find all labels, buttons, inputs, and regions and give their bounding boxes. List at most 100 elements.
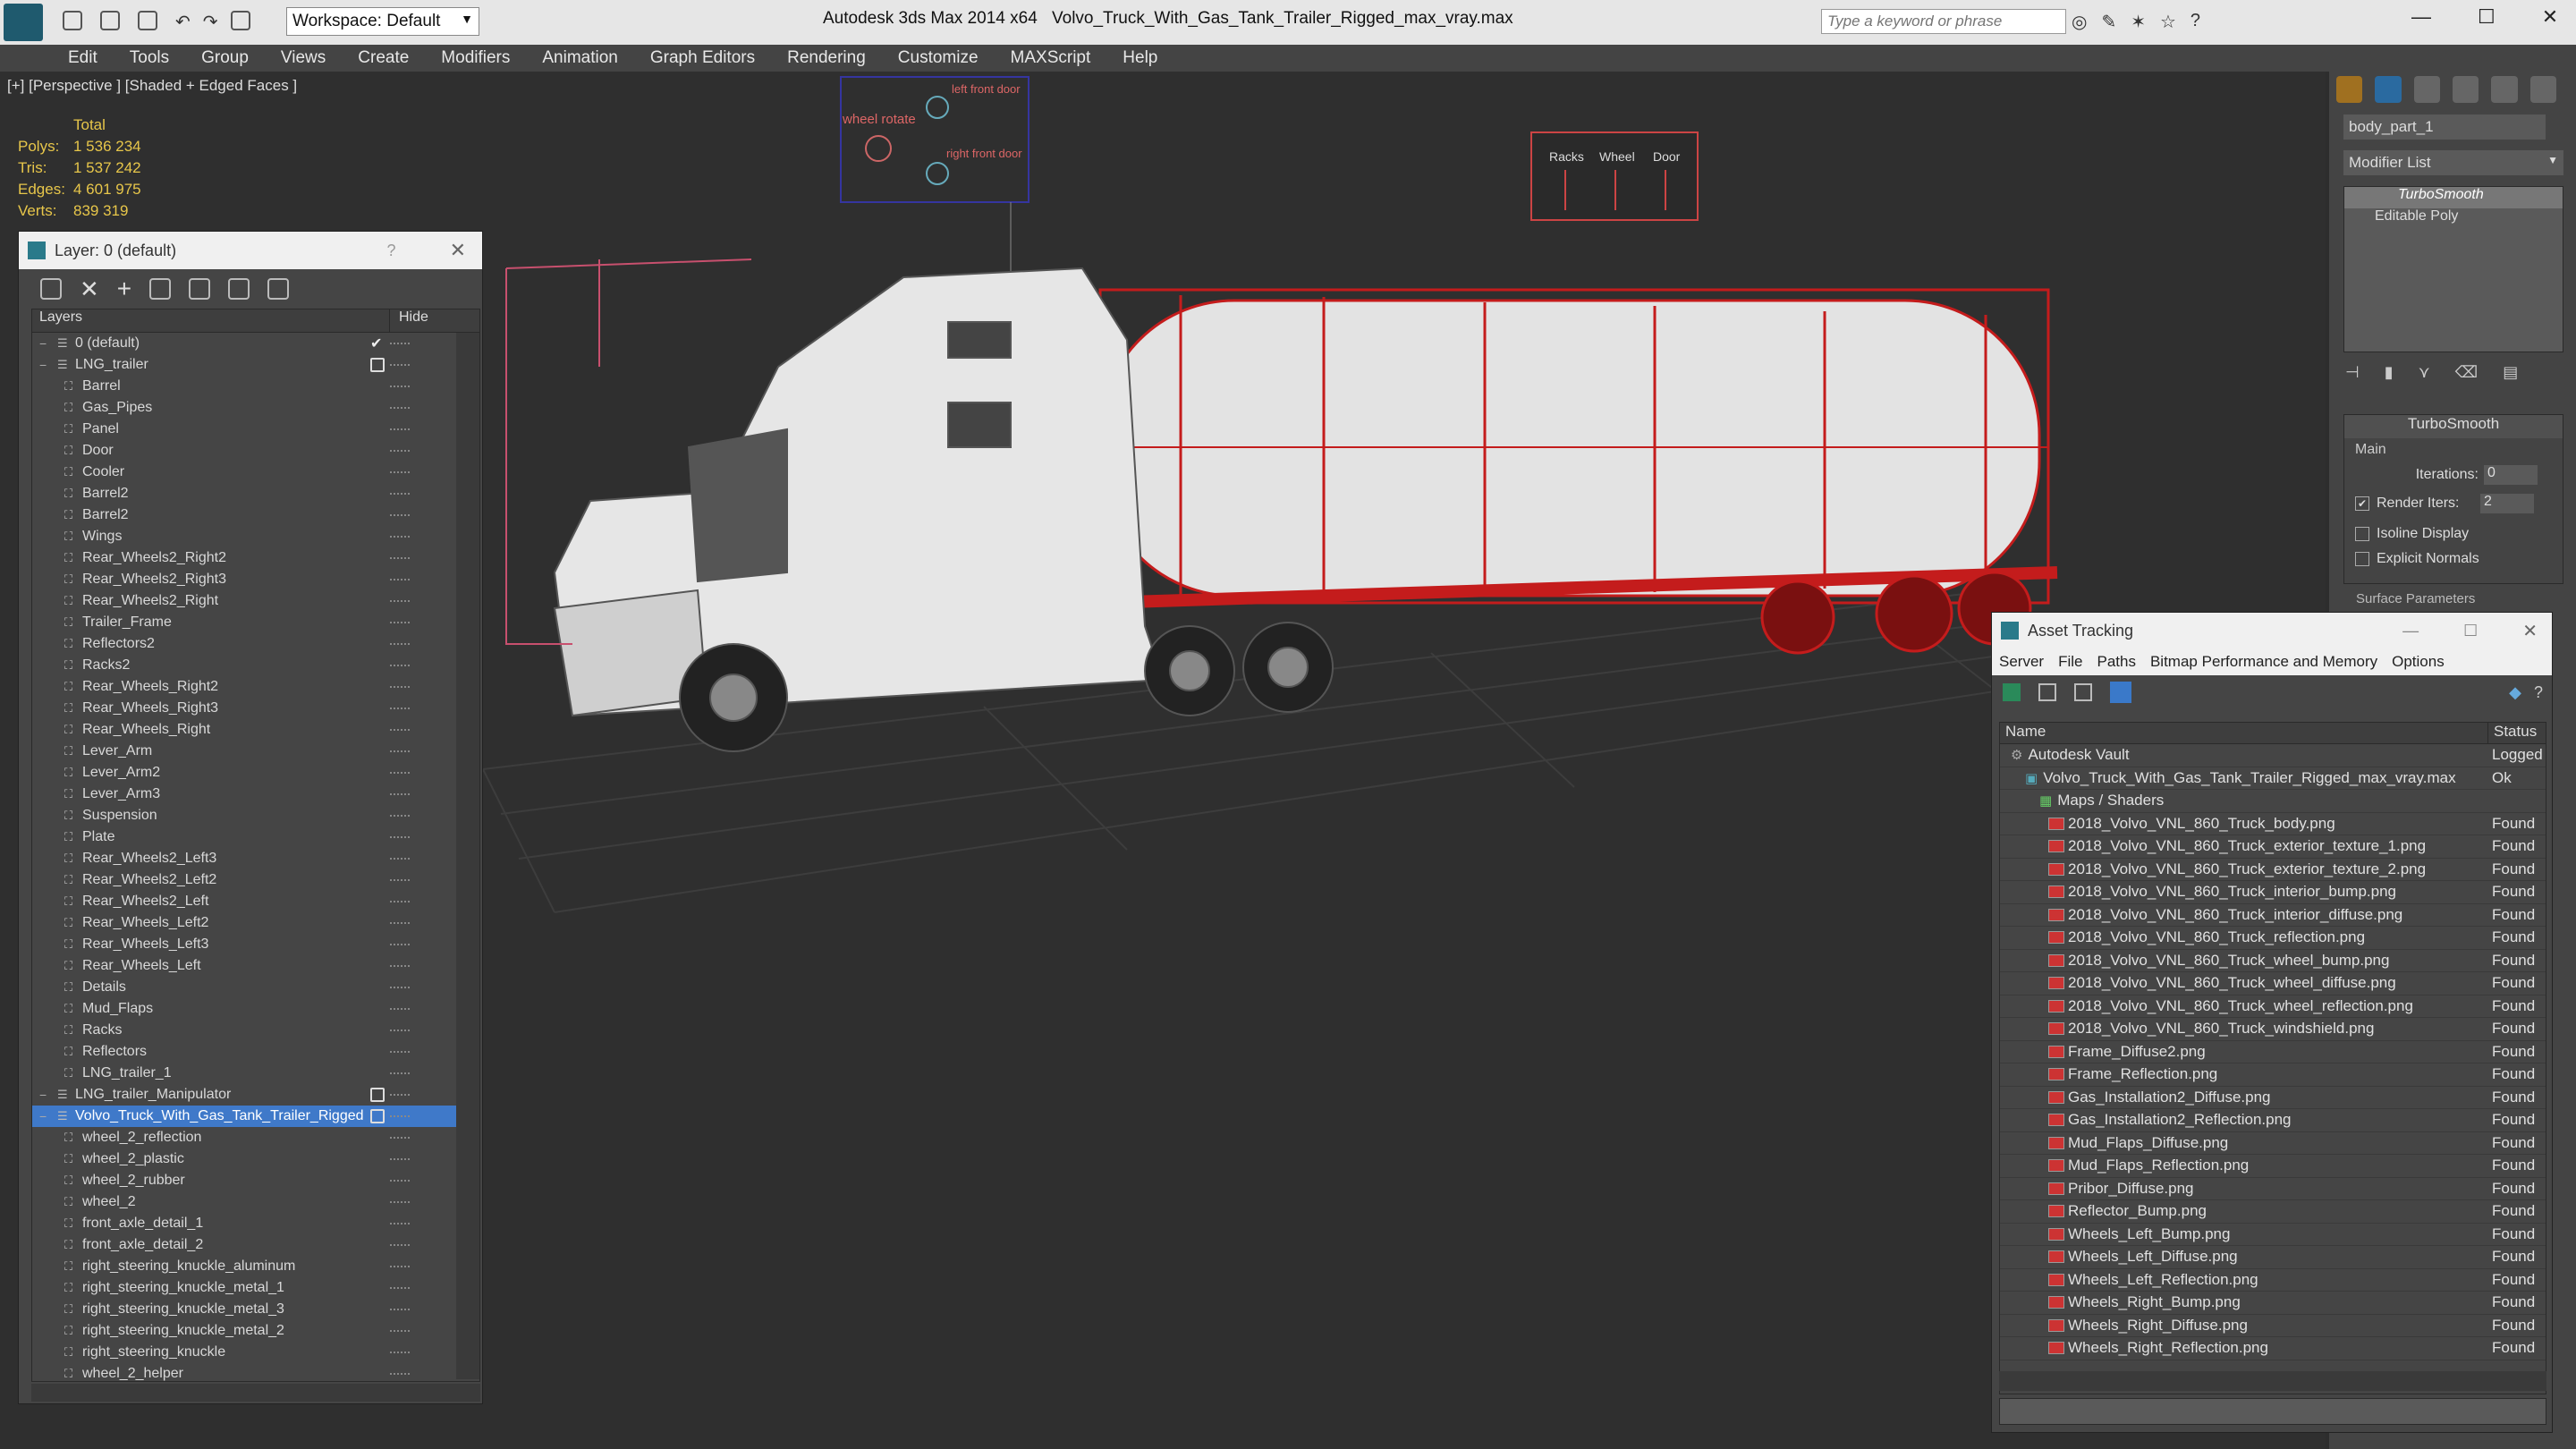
asset-horizontal-scrollbar[interactable]	[1999, 1371, 2546, 1391]
layer-object-row[interactable]: ⛶ wheel_2_helper	[32, 1363, 479, 1381]
hide-toggle[interactable]	[390, 1309, 410, 1310]
set-current-layer-box[interactable]	[370, 1109, 385, 1123]
hide-toggle[interactable]	[390, 1030, 410, 1031]
layer-object-row[interactable]: ⛶ Gas_Pipes	[32, 397, 479, 419]
layer-object-row[interactable]: ⛶ Lever_Arm	[32, 741, 479, 762]
hide-toggle[interactable]	[390, 1180, 410, 1182]
layer-object-row[interactable]: ⛶ Rear_Wheels_Right2	[32, 676, 479, 698]
col-status-header[interactable]: Status	[2488, 723, 2537, 743]
display-tab-icon[interactable]	[2491, 76, 2518, 103]
menu-edit[interactable]: Edit	[68, 48, 97, 68]
layer-row[interactable]: − ☰ 0 (default) ✔	[32, 333, 479, 354]
table-view-icon[interactable]	[2110, 682, 2131, 703]
layer-list-scrollbar[interactable]	[456, 333, 479, 1379]
asset-row[interactable]: Wheels_Left_Diffuse.png Found	[2000, 1246, 2546, 1269]
hide-toggle[interactable]	[390, 579, 410, 580]
asset-row[interactable]: Frame_Diffuse2.png Found	[2000, 1041, 2546, 1063]
hide-toggle[interactable]	[390, 536, 410, 538]
minimize-icon[interactable]: —	[2411, 5, 2431, 29]
layer-object-row[interactable]: ⛶ front_axle_detail_1	[32, 1213, 479, 1234]
hide-toggle[interactable]	[390, 1051, 410, 1053]
rig-left-front-door-label[interactable]: left front door	[952, 82, 1021, 96]
hide-toggle[interactable]	[390, 729, 410, 731]
layer-object-row[interactable]: ⛶ Rear_Wheels2_Left2	[32, 869, 479, 891]
layer-object-row[interactable]: ⛶ wheel_2	[32, 1191, 479, 1213]
hide-toggle[interactable]	[390, 1115, 410, 1117]
select-objects-icon[interactable]	[149, 278, 172, 300]
layer-object-row[interactable]: ⛶ Rear_Wheels2_Left3	[32, 848, 479, 869]
highlight-icon[interactable]: ◆	[2509, 683, 2521, 702]
layer-object-row[interactable]: ⛶ right_steering_knuckle_metal_1	[32, 1277, 479, 1299]
asset-row[interactable]: Wheels_Right_Bump.png Found	[2000, 1292, 2546, 1315]
modify-tab-icon[interactable]	[2375, 76, 2402, 103]
layer-object-row[interactable]: ⛶ Rear_Wheels2_Left	[32, 891, 479, 912]
modifier-list-dropdown[interactable]: Modifier List ▼	[2343, 150, 2563, 175]
asset-row[interactable]: 2018_Volvo_VNL_860_Truck_wheel_bump.png F…	[2000, 950, 2546, 972]
layer-object-row[interactable]: ⛶ Rear_Wheels2_Right	[32, 590, 479, 612]
asset-row[interactable]: Frame_Reflection.png Found	[2000, 1063, 2546, 1087]
menu-maxscript[interactable]: MAXScript	[1011, 48, 1091, 68]
list-view-icon[interactable]	[2038, 683, 2056, 701]
hide-toggle[interactable]	[390, 1330, 410, 1332]
col-hide-header[interactable]: Hide	[390, 309, 428, 332]
layer-object-row[interactable]: ⛶ Barrel2	[32, 483, 479, 504]
layer-object-row[interactable]: ⛶ right_steering_knuckle_metal_3	[32, 1299, 479, 1320]
hide-toggle[interactable]	[390, 858, 410, 860]
redo-icon[interactable]: ↷	[203, 11, 218, 33]
layer-window-close-icon[interactable]: ✕	[450, 239, 466, 262]
layer-object-row[interactable]: ⛶ LNG_trailer_1	[32, 1063, 479, 1084]
hide-all-icon[interactable]	[228, 278, 250, 300]
layer-object-row[interactable]: ⛶ Suspension	[32, 805, 479, 826]
search-box[interactable]	[1821, 9, 2066, 34]
hide-toggle[interactable]	[390, 364, 410, 366]
show-end-result-icon[interactable]: ▮	[2385, 363, 2394, 382]
hide-toggle[interactable]	[390, 665, 410, 666]
hide-toggle[interactable]	[390, 386, 410, 387]
col-layers-header[interactable]: Layers	[32, 309, 390, 332]
hide-toggle[interactable]	[390, 1373, 410, 1375]
hide-toggle[interactable]	[390, 1352, 410, 1353]
asset-row[interactable]: Gas_Installation2_Reflection.png Found	[2000, 1109, 2546, 1132]
project-folder-icon[interactable]	[230, 11, 250, 30]
hide-toggle[interactable]	[390, 836, 410, 838]
hide-toggle[interactable]	[390, 1223, 410, 1224]
new-file-icon[interactable]	[63, 11, 82, 30]
asset-maximize-icon[interactable]: ☐	[2463, 622, 2478, 640]
layer-object-row[interactable]: ⛶ wheel_2_reflection	[32, 1127, 479, 1148]
hide-toggle[interactable]	[390, 643, 410, 645]
layer-row[interactable]: − ☰ Volvo_Truck_With_Gas_Tank_Trailer_Rigg…	[32, 1106, 479, 1127]
asset-row[interactable]: 2018_Volvo_VNL_860_Truck_interior_diffus…	[2000, 904, 2546, 927]
communication-icon[interactable]: ✎	[2101, 11, 2116, 33]
hide-toggle[interactable]	[390, 407, 410, 409]
asset-row[interactable]: Mud_Flaps_Reflection.png Found	[2000, 1155, 2546, 1178]
slider-racks-label[interactable]: Racks	[1549, 149, 1584, 164]
explicit-normals-checkbox[interactable]	[2355, 552, 2369, 566]
layer-object-row[interactable]: ⛶ Rear_Wheels_Right3	[32, 698, 479, 719]
make-unique-icon[interactable]: ⋎	[2419, 363, 2430, 382]
col-name-header[interactable]: Name	[2000, 723, 2488, 743]
asset-row[interactable]: ▣ Volvo_Truck_With_Gas_Tank_Trailer_Rigge…	[2000, 767, 2546, 790]
layer-object-row[interactable]: ⛶ Rear_Wheels_Left3	[32, 934, 479, 955]
hide-toggle[interactable]	[390, 600, 410, 602]
layer-object-row[interactable]: ⛶ Trailer_Frame	[32, 612, 479, 633]
isoline-checkbox[interactable]	[2355, 527, 2369, 541]
asset-row[interactable]: ⚙ Autodesk Vault Logged	[2000, 744, 2546, 767]
asset-row[interactable]: 2018_Volvo_VNL_860_Truck_reflection.png F…	[2000, 927, 2546, 950]
render-iters-checkbox[interactable]: ✔	[2355, 496, 2369, 511]
menu-help[interactable]: Help	[1123, 48, 1157, 68]
favorites-star-icon[interactable]: ☆	[2160, 11, 2176, 33]
hide-toggle[interactable]	[390, 944, 410, 945]
rig-wheel-rotate-label[interactable]: wheel rotate	[842, 112, 916, 127]
asset-menu-options[interactable]: Options	[2392, 653, 2445, 671]
hide-toggle[interactable]	[390, 922, 410, 924]
menu-rendering[interactable]: Rendering	[787, 48, 866, 68]
stack-item-editable-poly[interactable]: Editable Poly	[2344, 208, 2563, 230]
slider-wheel-label[interactable]: Wheel	[1599, 149, 1635, 164]
layer-object-row[interactable]: ⛶ Mud_Flaps	[32, 998, 479, 1020]
menu-animation[interactable]: Animation	[542, 48, 618, 68]
asset-row[interactable]: Pribor_Diffuse.png Found	[2000, 1178, 2546, 1200]
layer-object-row[interactable]: ⛶ Details	[32, 977, 479, 998]
motion-tab-icon[interactable]	[2452, 76, 2479, 103]
utilities-tab-icon[interactable]	[2529, 76, 2556, 103]
layer-horizontal-scrollbar[interactable]	[31, 1384, 480, 1402]
